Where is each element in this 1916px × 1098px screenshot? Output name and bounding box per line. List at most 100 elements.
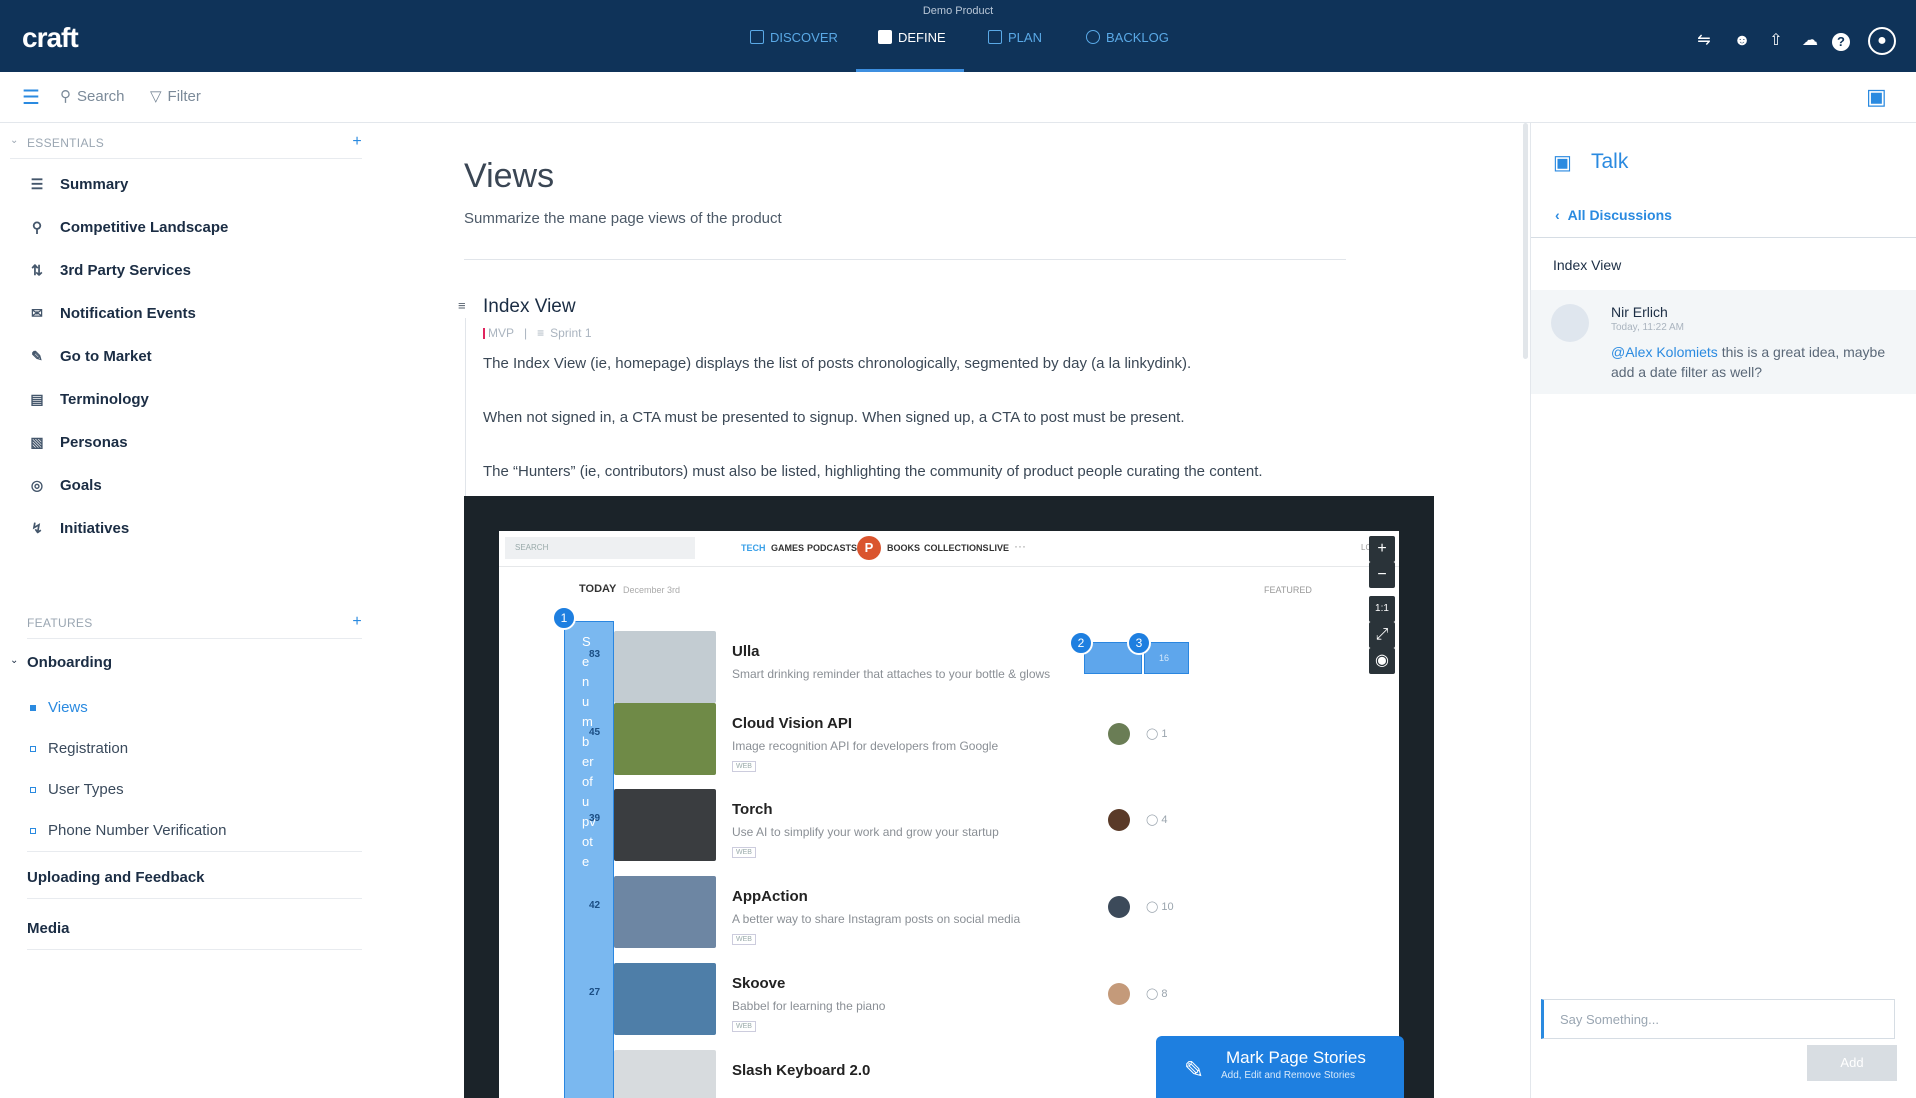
sidebar-item-personas[interactable]: ▧ Personas <box>28 433 127 451</box>
avatar <box>1551 304 1589 342</box>
post-thumbnail <box>614 703 716 775</box>
say-something-input[interactable]: Say Something... <box>1541 999 1895 1039</box>
web-badge: WEB <box>732 934 756 945</box>
tab-plan[interactable]: PLAN <box>988 30 1042 72</box>
mock-menu-books: BOOKS <box>887 543 921 553</box>
web-badge: WEB <box>732 761 756 772</box>
sidebar-item-notification-events[interactable]: ✉ Notification Events <box>28 304 196 322</box>
add-feature-icon[interactable]: + <box>352 613 362 631</box>
mention-link[interactable]: @Alex Kolomiets <box>1611 344 1718 360</box>
post-thumbnail <box>614 876 716 948</box>
sidebar-item-competitive-landscape[interactable]: ⚲ Competitive Landscape <box>28 218 229 236</box>
zoom-out-button[interactable]: − <box>1369 562 1395 588</box>
tag-sprint[interactable]: ≡ Sprint 1 <box>537 326 591 340</box>
comment-icon: ◯ <box>1146 814 1159 826</box>
paragraph[interactable]: When not signed in, a CTA must be presen… <box>483 409 1185 426</box>
team-icon[interactable]: ☻ <box>1732 31 1752 51</box>
drag-handle-icon[interactable]: ≡ <box>458 298 466 313</box>
search-button[interactable]: ⚲ Search <box>60 87 125 106</box>
fullscreen-icon[interactable]: ⤢ <box>1369 622 1395 648</box>
post-thumbnail <box>614 963 716 1035</box>
post-votes: 83 <box>589 649 601 660</box>
group-onboarding[interactable]: Onboarding <box>27 654 112 671</box>
hunter-avatar <box>1108 983 1130 1005</box>
features-header[interactable]: FEATURES + <box>27 613 362 639</box>
post-thumbnail <box>614 789 716 861</box>
bullet-icon <box>30 827 36 834</box>
post-votes: 45 <box>589 727 601 738</box>
comment-count: ◯ 8 <box>1146 988 1168 1000</box>
post-title: Cloud Vision API <box>732 715 853 732</box>
talk-panel: ▣ Talk ‹ All Discussions Index View Nir E… <box>1523 123 1916 1098</box>
feature-item-user-types[interactable]: User Types <box>30 781 124 798</box>
sidebar-item-goals[interactable]: ◎ Goals <box>28 476 102 494</box>
post-desc: Smart drinking reminder that attaches to… <box>732 667 1051 681</box>
chevron-down-icon[interactable]: ⌄ <box>10 655 18 666</box>
mark-stories-icon: ✎ <box>1184 1057 1205 1084</box>
divider <box>464 259 1346 260</box>
chat-toggle-icon[interactable]: ▣ <box>1866 84 1887 110</box>
scrollbar[interactable] <box>1523 123 1528 359</box>
mockup-image[interactable]: SEARCH TECH GAMES PODCASTS P BOOKS COLLE… <box>464 496 1434 1098</box>
essentials-header[interactable]: ⌄ ESSENTIALS + <box>10 133 362 159</box>
separator: | <box>524 326 528 340</box>
tab-backlog[interactable]: BACKLOG <box>1086 30 1169 72</box>
sidebar-item-3rd-party-services[interactable]: ⇅ 3rd Party Services <box>28 261 191 279</box>
sync-icon: ⇅ <box>31 262 43 278</box>
feature-item-views[interactable]: Views <box>30 699 88 716</box>
cloud-icon[interactable]: ☁ <box>1800 31 1820 51</box>
post-votes: 39 <box>589 813 601 824</box>
target-icon: ◎ <box>30 477 44 493</box>
post-votes: 42 <box>589 900 601 911</box>
zoom-reset-button[interactable]: 1:1 <box>1369 596 1395 622</box>
tab-discover[interactable]: DISCOVER <box>750 30 838 72</box>
sidebar-item-summary[interactable]: ☰ Summary <box>28 175 129 193</box>
post-desc: A better way to share Instagram posts on… <box>732 912 1021 926</box>
sidebar-item-go-to-market[interactable]: ✎ Go to Market <box>28 347 152 365</box>
group-uploading-and-feedback[interactable]: Uploading and Feedback <box>27 869 362 899</box>
zoom-in-button[interactable]: + <box>1369 536 1395 562</box>
paragraph[interactable]: The “Hunters” (ie, contributors) must al… <box>483 463 1263 480</box>
priority-marker <box>483 327 485 339</box>
visibility-toggle-icon[interactable]: ◉ <box>1369 648 1395 674</box>
user-avatar-icon[interactable]: ● <box>1868 27 1896 55</box>
add-button[interactable]: Add <box>1807 1045 1897 1081</box>
craft-logo[interactable]: craft <box>22 22 79 54</box>
help-icon[interactable]: ? <box>1832 33 1850 51</box>
sprint-icon: ≡ <box>537 326 545 340</box>
mark-page-stories-button[interactable]: ✎ Mark Page Stories Add, Edit and Remove… <box>1156 1036 1404 1098</box>
group-media[interactable]: Media <box>27 920 362 950</box>
toolbar: ☰ ⚲ Search ▽ Filter ▣ <box>0 72 1916 123</box>
add-essential-icon[interactable]: + <box>352 133 362 151</box>
tab-define[interactable]: DEFINE <box>856 30 964 72</box>
hunter-avatar <box>1108 809 1130 831</box>
story-pin-2[interactable]: 2 <box>1069 631 1093 655</box>
web-badge: WEB <box>732 847 756 858</box>
integrations-icon[interactable]: ⇋ <box>1694 31 1714 51</box>
all-discussions-link[interactable]: ‹ All Discussions <box>1555 207 1672 223</box>
producthunt-logo: P <box>857 536 881 560</box>
chevron-down-icon: ⌄ <box>10 135 19 146</box>
story-pin-3[interactable]: 3 <box>1127 631 1151 655</box>
sidebar-item-initiatives[interactable]: ↯ Initiatives <box>28 519 129 537</box>
tag-mvp[interactable]: MVP <box>483 326 514 340</box>
post-title: AppAction <box>732 888 808 905</box>
post-title: Skoove <box>732 975 786 992</box>
post-item: 45 Cloud Vision API Image recognition AP… <box>589 703 1374 783</box>
page-subtitle[interactable]: Summarize the mane page views of the pro… <box>464 210 782 227</box>
discover-icon <box>750 30 764 44</box>
filter-button[interactable]: ▽ Filter <box>150 87 201 106</box>
product-name[interactable]: Demo Product <box>0 5 1916 17</box>
section-title[interactable]: Index View <box>483 296 576 318</box>
page-title[interactable]: Views <box>464 157 554 196</box>
hamburger-menu-icon[interactable]: ☰ <box>22 85 40 110</box>
mock-menu-podcasts: PODCASTS <box>807 543 858 553</box>
share-icon[interactable]: ⇧ <box>1766 31 1786 51</box>
filter-icon: ▽ <box>150 88 162 105</box>
paragraph[interactable]: The Index View (ie, homepage) displays t… <box>483 355 1191 372</box>
post-desc: Image recognition API for developers fro… <box>732 739 999 753</box>
sidebar-item-terminology[interactable]: ▤ Terminology <box>28 390 149 408</box>
feature-item-registration[interactable]: Registration <box>30 740 128 757</box>
story-pin-1[interactable]: 1 <box>552 606 576 630</box>
feature-item-phone-number-verification[interactable]: Phone Number Verification <box>30 822 226 839</box>
